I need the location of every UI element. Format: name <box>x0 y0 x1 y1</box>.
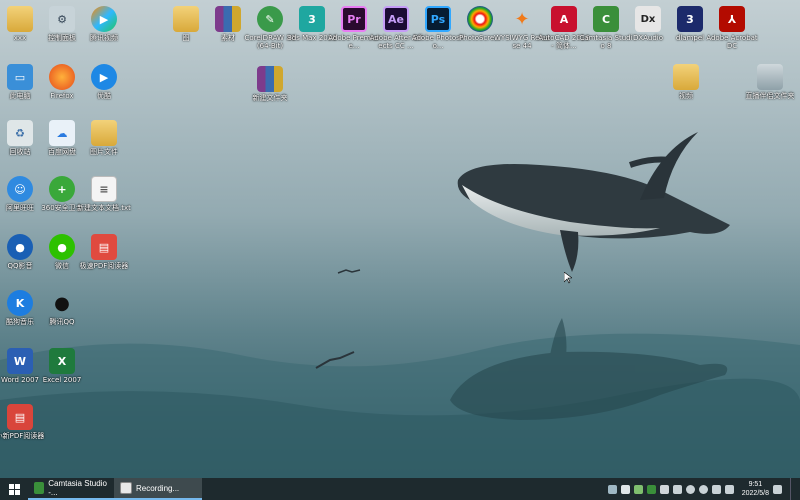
desktop-icon-image-folder[interactable]: 图片文件 <box>76 120 132 156</box>
desktop: xxx ▭ 此电脑 ♻ 回收站 ☺ 阿里旺旺 ● QQ影音 K 酷狗音乐 W W… <box>0 0 800 478</box>
taskbar-item-recording[interactable]: Recording... <box>114 478 202 500</box>
input-method-icon[interactable] <box>711 484 721 494</box>
desktop-icon-excel[interactable]: X Excel 2007 <box>34 348 90 384</box>
desktop-icon-acrobat[interactable]: ⅄ Adobe Acrobat DC <box>704 6 760 50</box>
youku-icon: ▶ <box>91 64 117 90</box>
folder-icon <box>91 120 117 146</box>
desktop-icon-new-folder[interactable]: 新建文件夹 <box>242 66 298 102</box>
excel-icon: X <box>49 348 75 374</box>
folder-icon <box>673 64 699 90</box>
folder-icon <box>757 64 783 90</box>
wysiwyg-icon: ✦ <box>514 8 530 30</box>
baidu-netdisk-icon: ☁ <box>49 120 75 146</box>
tray-camtasia-icon[interactable] <box>646 484 656 494</box>
language-icon[interactable] <box>724 484 734 494</box>
network-icon[interactable] <box>698 484 708 494</box>
notification-icon[interactable] <box>773 484 782 494</box>
control-panel-icon: ⚙ <box>49 6 75 32</box>
clock-time: 9:51 <box>748 481 763 488</box>
taskbar-item-label: Recording... <box>136 483 180 493</box>
desktop-icon-xiaoxin-pdf[interactable]: ▤ 小新PDF阅读器 <box>0 404 48 440</box>
tray-app-icon[interactable] <box>620 484 630 494</box>
desktop-icon-label: 视频 <box>679 92 693 100</box>
word-icon: W <box>7 348 33 374</box>
desktop-icon-label: 图片文件 <box>90 148 118 156</box>
folder-icon <box>7 6 33 32</box>
wechat-icon: ● <box>49 234 75 260</box>
desktop-icon-label: Excel 2007 <box>42 376 82 384</box>
desktop-icon-video-folder[interactable]: 视频 <box>658 64 714 100</box>
computer-icon: ▭ <box>7 64 33 90</box>
qqplayer-icon: ● <box>7 234 33 260</box>
desktop-icon-label: 腾讯视频 <box>90 34 118 42</box>
volume-icon[interactable] <box>685 484 695 494</box>
kugou-icon: K <box>7 290 33 316</box>
desktop-icon-speed-pdf[interactable]: ▤ 极速PDF阅读器 <box>76 234 132 270</box>
mouse-cursor-icon <box>564 272 572 284</box>
clock[interactable]: 9:51 2022/5/8 <box>742 480 769 498</box>
premiere-icon: Pr <box>341 6 367 32</box>
desktop-icon-label: 小新PDF阅读器 <box>0 432 45 440</box>
photoshop-icon: Ps <box>425 6 451 32</box>
qq-penguin-icon: ● <box>54 292 70 314</box>
windows-logo-icon <box>8 483 20 495</box>
microphone-icon[interactable] <box>672 484 682 494</box>
show-desktop-button[interactable] <box>790 478 794 500</box>
text-document-icon: ≡ <box>91 176 117 202</box>
taskbar: Camtasia Studio -... Recording... 9:51 2… <box>0 478 800 500</box>
3dsmax-icon: 3 <box>299 6 325 32</box>
360-security-icon: + <box>49 176 75 202</box>
desktop-icon-label: 直播伴侣文件夹 <box>745 92 795 100</box>
desktop-icon-label: 新建文本文档.txt <box>77 204 131 212</box>
tray-app-icon[interactable] <box>607 484 617 494</box>
desktop-icon-label: 极速PDF阅读器 <box>79 262 129 270</box>
autocad-icon: A <box>551 6 577 32</box>
taskbar-item-label: Camtasia Studio -... <box>48 479 107 497</box>
dx-icon: Dx <box>635 6 661 32</box>
archive-icon <box>257 66 283 92</box>
desktop-icon-label: 腾讯QQ <box>49 318 75 326</box>
desktop-icon-youku[interactable]: ▶ 优酷 <box>76 64 132 100</box>
desktop-icon-label: Adobe Acrobat DC <box>706 34 758 50</box>
folder-icon <box>173 6 199 32</box>
system-tray: 9:51 2022/5/8 <box>607 478 800 500</box>
camtasia-icon <box>34 482 45 494</box>
pdf-reader-icon: ▤ <box>7 404 33 430</box>
after-effects-icon: Ae <box>383 6 409 32</box>
aliwangwang-icon: ☺ <box>7 176 33 202</box>
desktop-icon-tencent-video[interactable]: ▶ 腾讯视频 <box>76 6 132 42</box>
archive-icon <box>215 6 241 32</box>
recording-icon <box>120 482 132 494</box>
camtasia-icon: C <box>593 6 619 32</box>
tray-app-icon[interactable] <box>659 484 669 494</box>
dlampel-icon: 3 <box>677 6 703 32</box>
desktop-icon-label: 新建文件夹 <box>252 94 288 102</box>
tencent-video-icon: ▶ <box>91 6 117 32</box>
start-button[interactable] <box>0 478 28 500</box>
acrobat-icon: ⅄ <box>719 6 745 32</box>
desktop-icon-new-text-doc[interactable]: ≡ 新建文本文档.txt <box>76 176 132 212</box>
desktop-icon-label: 优酷 <box>97 92 111 100</box>
photoscreen-icon <box>467 6 493 32</box>
clock-date: 2022/5/8 <box>741 490 769 497</box>
desktop-icon-qq[interactable]: ● 腾讯QQ <box>34 290 90 327</box>
firefox-icon <box>49 64 75 90</box>
desktop-icon-live-folder[interactable]: 直播伴侣文件夹 <box>742 64 798 100</box>
pdf-reader-icon: ▤ <box>91 234 117 260</box>
taskbar-item-camtasia[interactable]: Camtasia Studio -... <box>28 478 114 500</box>
coreldraw-icon: ✎ <box>257 6 283 32</box>
tray-app-icon[interactable] <box>633 484 643 494</box>
recycle-bin-icon: ♻ <box>7 120 33 146</box>
